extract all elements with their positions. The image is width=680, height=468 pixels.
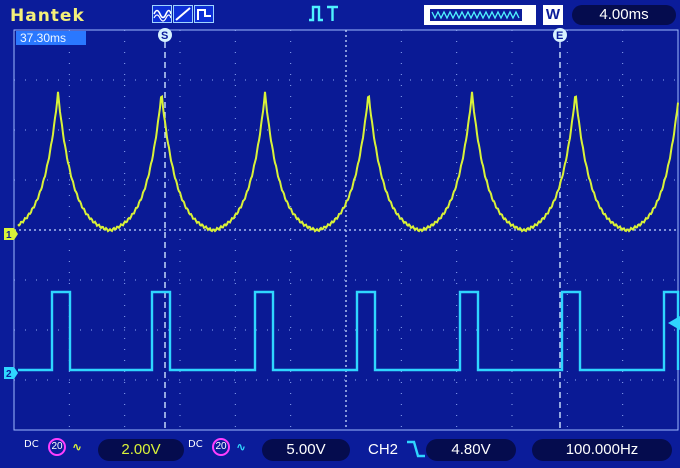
svg-text:37.30ms: 37.30ms	[20, 31, 66, 45]
waveform-display: 37.30ms S E 1 2	[0, 28, 680, 432]
ramp-icon[interactable]	[173, 5, 193, 23]
cursor-e-marker[interactable]: E	[553, 28, 567, 42]
sine-wave-icon[interactable]	[152, 5, 172, 23]
ch2-coupling: DC	[188, 439, 203, 450]
top-status-bar: Hantek W 4.00ms	[0, 0, 680, 30]
frequency-readout: 100.000Hz	[532, 439, 672, 461]
ch1-coupling: DC	[24, 439, 39, 450]
oscilloscope-screen: Hantek W 4.00ms 37.30ms S E 1 2 DC 20 ∿ …	[0, 0, 680, 468]
trigger-time-label: 37.30ms	[16, 31, 86, 45]
ch2-wave-icon: ∿	[236, 440, 247, 454]
ch2-volts-div[interactable]: 5.00V	[262, 439, 350, 461]
bottom-status-bar: DC 20 ∿ 2.00V DC 20 ∿ 5.00V CH2 4.80V 10…	[0, 432, 680, 468]
ch1-volts-div[interactable]: 2.00V	[98, 439, 184, 461]
memory-buffer-indicator	[424, 5, 536, 25]
trigger-level[interactable]: 4.80V	[426, 439, 516, 461]
rising-edge-icon[interactable]	[308, 4, 340, 29]
svg-text:S: S	[161, 30, 168, 42]
svg-text:E: E	[556, 30, 563, 42]
cursor-s-marker[interactable]: S	[158, 28, 172, 42]
trigger-source: CH2	[368, 441, 399, 458]
brand-logo: Hantek	[10, 6, 85, 26]
svg-text:2: 2	[6, 369, 12, 380]
ch1-wave-icon: ∿	[72, 440, 83, 454]
memory-label: W	[543, 5, 563, 25]
svg-text:1: 1	[6, 230, 12, 241]
pulse-icon[interactable]	[194, 5, 214, 23]
ch1-bandwidth-limit: 20	[48, 438, 66, 456]
timebase-readout[interactable]: 4.00ms	[572, 5, 676, 25]
falling-edge-icon	[406, 439, 426, 464]
ch2-bandwidth-limit: 20	[212, 438, 230, 456]
